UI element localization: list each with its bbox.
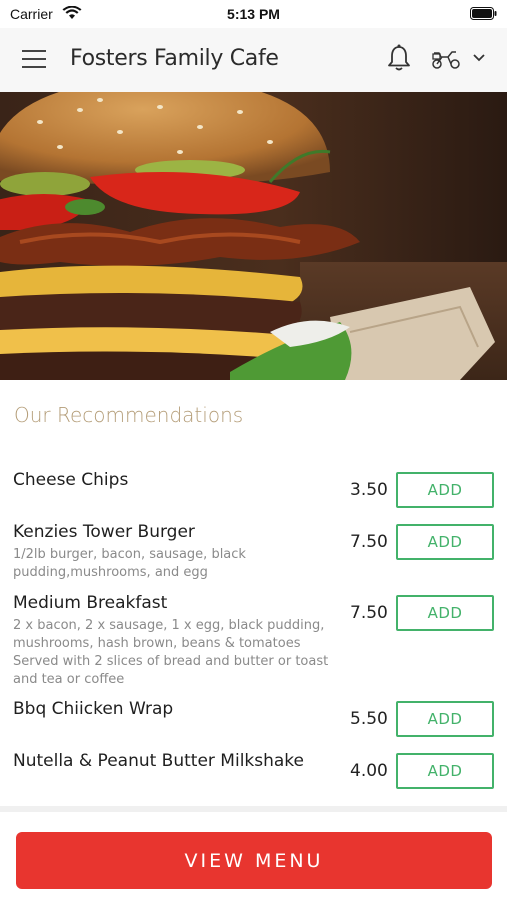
recommendations-heading: Our Recommendations (14, 403, 244, 427)
status-bar: Carrier 5:13 PM (0, 0, 507, 28)
add-button[interactable]: ADD (396, 595, 494, 631)
item-price: 5.50 (350, 709, 388, 729)
item-price: 7.50 (350, 603, 388, 623)
add-button[interactable]: ADD (396, 701, 494, 737)
app-header: Fosters Family Cafe (0, 28, 507, 92)
item-name: Medium Breakfast (13, 593, 168, 613)
item-description: 1/2lb burger, bacon, sausage, black pudd… (13, 547, 246, 580)
add-button[interactable]: ADD (396, 753, 494, 789)
page-title: Fosters Family Cafe (70, 46, 279, 71)
hamburger-menu-icon[interactable] (22, 50, 46, 68)
hero-image (0, 92, 507, 380)
bell-icon[interactable] (386, 44, 412, 72)
item-price: 3.50 (350, 480, 388, 500)
add-button[interactable]: ADD (396, 524, 494, 560)
footer: VIEW MENU (0, 812, 507, 900)
chevron-down-icon[interactable] (472, 53, 486, 63)
item-name: Bbq Chiicken Wrap (13, 699, 174, 719)
item-name: Cheese Chips (13, 470, 129, 490)
delivery-scooter-icon[interactable] (430, 48, 462, 70)
burger-photo (0, 92, 507, 380)
item-price: 7.50 (350, 532, 388, 552)
battery-icon (470, 7, 497, 20)
item-name: Nutella & Peanut Butter Milkshake (13, 751, 305, 771)
item-name: Kenzies Tower Burger (13, 522, 195, 542)
view-menu-button[interactable]: VIEW MENU (16, 832, 492, 889)
item-description: 2 x bacon, 2 x sausage, 1 x egg, black p… (13, 618, 329, 687)
item-price: 4.00 (350, 761, 388, 781)
status-time: 5:13 PM (227, 6, 280, 22)
add-button[interactable]: ADD (396, 472, 494, 508)
